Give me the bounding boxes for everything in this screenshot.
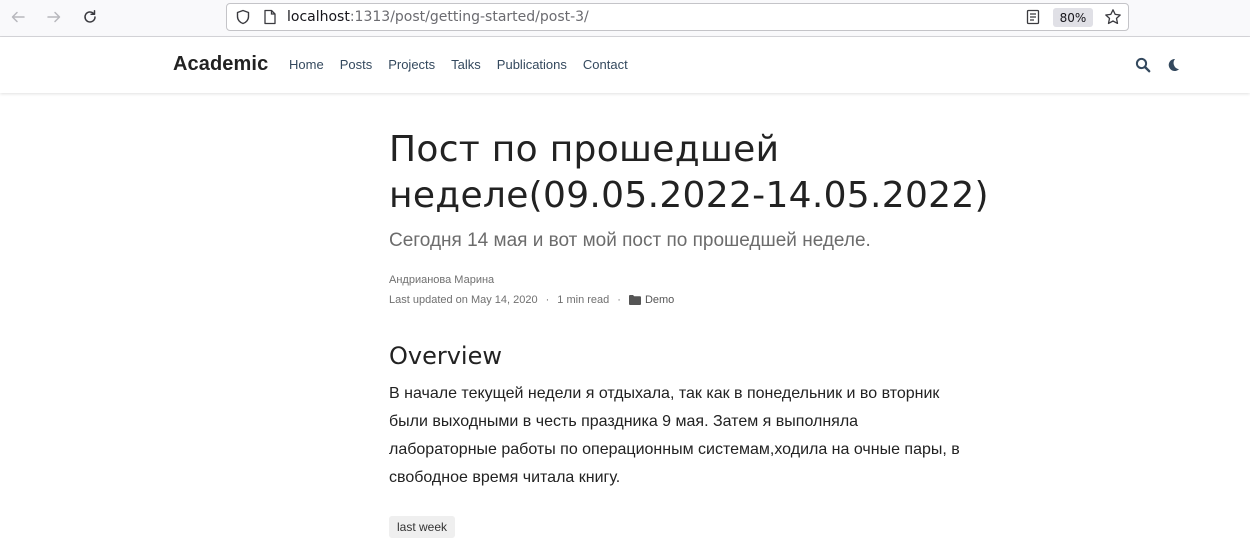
- menu-item-projects[interactable]: Projects: [388, 57, 435, 72]
- article-body: В начале текущей недели я отдыхала, так …: [389, 385, 960, 486]
- menu-item-talks[interactable]: Talks: [451, 57, 481, 72]
- article-updated-date: Last updated on May 14, 2020: [389, 294, 538, 306]
- article-category[interactable]: Demo: [628, 294, 675, 306]
- page-subtitle: Сегодня 14 мая и вот мой пост по прошедш…: [389, 230, 871, 251]
- menu-item-publications[interactable]: Publications: [497, 57, 567, 72]
- tag-badge[interactable]: last week: [389, 516, 456, 538]
- menu-item-contact[interactable]: Contact: [583, 57, 628, 72]
- url-text[interactable]: localhost:1313/post/getting-started/post…: [287, 9, 589, 25]
- moon-icon[interactable]: [1166, 57, 1180, 76]
- browser-toolbar: localhost:1313/post/getting-started/post…: [0, 0, 1250, 37]
- section-heading: Overview: [389, 342, 502, 370]
- main-menu: Home Posts Projects Talks Publications C…: [289, 57, 644, 72]
- zoom-level-badge[interactable]: 80%: [1053, 8, 1093, 27]
- search-icon[interactable]: [1135, 57, 1151, 77]
- shield-icon[interactable]: [235, 9, 251, 29]
- menu-item-posts[interactable]: Posts: [340, 57, 373, 72]
- bookmark-star-icon[interactable]: [1104, 8, 1122, 30]
- forward-icon[interactable]: [41, 5, 67, 29]
- back-icon[interactable]: [5, 5, 31, 29]
- url-bar[interactable]: localhost:1313/post/getting-started/post…: [226, 3, 1129, 31]
- meta-separator: ·: [617, 294, 621, 306]
- article-metadata: Last updated on May 14, 2020 · 1 min rea…: [389, 294, 989, 306]
- url-host: localhost: [287, 9, 350, 25]
- article-read-time: 1 min read: [557, 294, 610, 306]
- url-path: :1313/post/getting-started/post-3/: [349, 9, 589, 25]
- article-category-label: Demo: [644, 294, 675, 306]
- article-author[interactable]: Андрианова Марина: [389, 274, 989, 286]
- site-navbar: Academic Home Posts Projects Talks Publi…: [0, 37, 1250, 93]
- page-title: Пост по прошедшей неделе(09.05.2022-14.0…: [389, 129, 989, 216]
- folder-icon: [628, 295, 641, 305]
- page-icon: [263, 9, 277, 29]
- meta-separator: ·: [545, 294, 550, 306]
- reader-view-icon[interactable]: [1025, 9, 1041, 29]
- article: Пост по прошедшей неделе(09.05.2022-14.0…: [389, 127, 989, 538]
- site-brand[interactable]: Academic: [173, 53, 268, 76]
- reload-icon[interactable]: [77, 5, 103, 29]
- menu-item-home[interactable]: Home: [289, 57, 324, 72]
